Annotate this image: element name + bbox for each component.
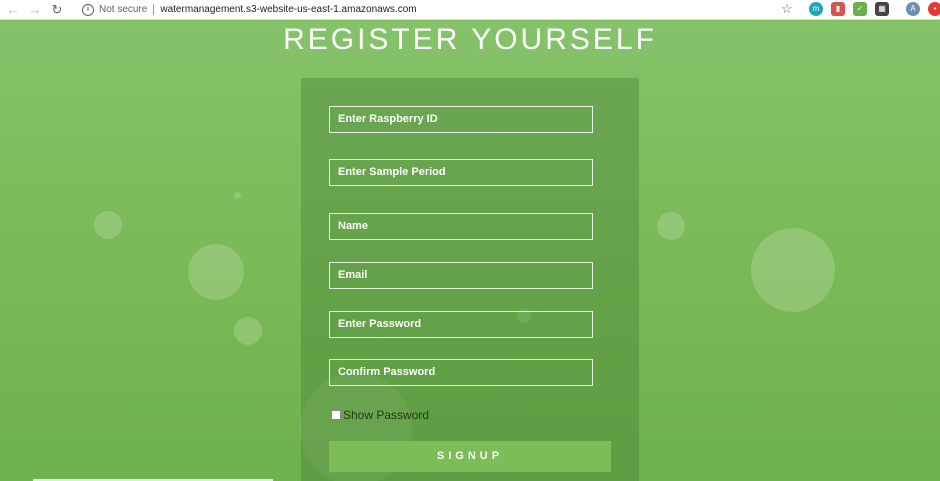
info-icon[interactable]: i [82, 3, 94, 16]
reload-icon[interactable]: ↻ [48, 1, 66, 19]
page-background: REGISTER YOURSELF Enter Raspberry ID Ent… [0, 21, 940, 481]
decor-bubble [188, 244, 244, 300]
extension-m-icon[interactable]: m [809, 2, 823, 16]
name-input[interactable]: Name [329, 213, 593, 240]
address-bar[interactable]: i Not secure watermanagement.s3-website-… [74, 1, 774, 18]
decor-bubble [94, 211, 122, 239]
url-text[interactable]: watermanagement.s3-website-us-east-1.ama… [160, 4, 416, 15]
password-input[interactable]: Enter Password [329, 311, 593, 338]
security-label: Not secure [99, 4, 148, 15]
forward-icon[interactable]: → [26, 1, 44, 19]
pdf-icon[interactable]: ▮ [831, 2, 845, 16]
signup-button[interactable]: SIGNUP [329, 441, 611, 472]
decor-bubble [657, 212, 685, 240]
show-password-row[interactable]: Show Password [331, 408, 429, 422]
email-input[interactable]: Email [329, 262, 593, 289]
page-title: REGISTER YOURSELF [283, 23, 657, 56]
qr-icon[interactable]: ▦ [875, 2, 889, 16]
decor-bubble [234, 192, 241, 199]
confirm-password-input[interactable]: Confirm Password [329, 359, 593, 386]
raspberry-id-input[interactable]: Enter Raspberry ID [329, 106, 593, 133]
notification-icon[interactable]: • [928, 2, 940, 16]
back-icon[interactable]: ← [4, 1, 22, 19]
separator [153, 4, 155, 15]
sample-period-input[interactable]: Enter Sample Period [329, 159, 593, 186]
decor-bubble [751, 228, 835, 312]
show-password-checkbox[interactable] [331, 410, 341, 420]
register-form: Enter Raspberry ID Enter Sample Period N… [301, 78, 639, 481]
show-password-label: Show Password [343, 408, 430, 422]
star-icon[interactable]: ☆ [781, 1, 793, 17]
decor-bubble [234, 317, 262, 345]
profile-icon[interactable]: A [906, 2, 920, 16]
download-icon[interactable]: ✓ [853, 2, 867, 16]
browser-toolbar: ← → ↻ i Not secure watermanagement.s3-we… [0, 0, 940, 20]
